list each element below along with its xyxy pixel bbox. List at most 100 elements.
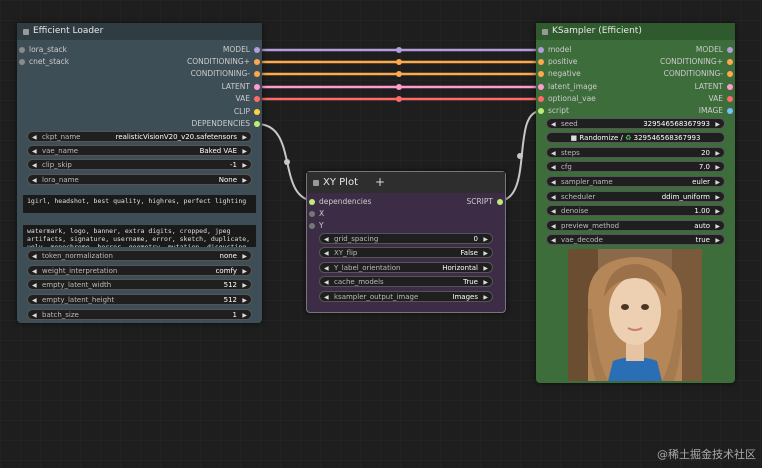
slot-dot-icon[interactable] bbox=[727, 47, 733, 53]
arrow-right-icon[interactable]: ▶ bbox=[715, 206, 720, 217]
output-slot-conditioning-negative[interactable]: CONDITIONING- bbox=[191, 68, 262, 80]
number-empty-latent-height[interactable]: ◀ empty_latent_height 512 ▶ bbox=[27, 294, 252, 305]
arrow-left-icon[interactable]: ◀ bbox=[551, 221, 556, 232]
slot-dot-icon[interactable] bbox=[727, 71, 733, 77]
number-clip-skip[interactable]: ◀ clip_skip -1 ▶ bbox=[27, 159, 252, 170]
arrow-right-icon[interactable]: ▶ bbox=[715, 192, 720, 203]
number-seed[interactable]: ◀ seed 329546568367993 ▶ bbox=[546, 118, 725, 129]
arrow-right-icon[interactable]: ▶ bbox=[715, 148, 720, 159]
slot-dot-icon[interactable] bbox=[727, 96, 733, 102]
node-title-bar[interactable]: XY Plot + bbox=[307, 172, 505, 193]
input-slot-cnet-stack[interactable]: cnet_stack bbox=[17, 56, 69, 68]
arrow-left-icon[interactable]: ◀ bbox=[551, 148, 556, 159]
arrow-left-icon[interactable]: ◀ bbox=[324, 248, 329, 259]
slot-dot-icon[interactable] bbox=[538, 71, 544, 77]
slot-dot-icon[interactable] bbox=[254, 84, 260, 90]
input-slot-dependencies[interactable]: dependencies bbox=[307, 196, 371, 208]
arrow-left-icon[interactable]: ◀ bbox=[32, 160, 37, 171]
node-title-bar[interactable]: KSampler (Efficient) bbox=[536, 23, 735, 40]
arrow-right-icon[interactable]: ▶ bbox=[715, 221, 720, 232]
arrow-right-icon[interactable]: ▶ bbox=[242, 132, 247, 143]
output-slot-model[interactable]: MODEL bbox=[696, 44, 735, 56]
combo-preview-method[interactable]: ◀ preview_method auto ▶ bbox=[546, 220, 725, 231]
combo-weight-interpretation[interactable]: ◀ weight_interpretation comfy ▶ bbox=[27, 265, 252, 276]
output-slot-vae[interactable]: VAE bbox=[235, 93, 262, 105]
input-slot-x[interactable]: X bbox=[307, 208, 324, 220]
input-slot-model[interactable]: model bbox=[536, 44, 571, 56]
slot-dot-icon[interactable] bbox=[19, 59, 25, 65]
arrow-right-icon[interactable]: ▶ bbox=[242, 295, 247, 306]
slot-dot-icon[interactable] bbox=[254, 96, 260, 102]
arrow-left-icon[interactable]: ◀ bbox=[551, 162, 556, 173]
negative-prompt-textarea[interactable]: watermark, logo, banner, extra digits, c… bbox=[23, 225, 256, 247]
combo-ckpt-name[interactable]: ◀ ckpt_name realisticVisionV20_v20.safet… bbox=[27, 131, 252, 142]
arrow-left-icon[interactable]: ◀ bbox=[32, 310, 37, 321]
combo-vae-decode[interactable]: ◀ vae_decode true ▶ bbox=[546, 234, 725, 245]
arrow-left-icon[interactable]: ◀ bbox=[324, 277, 329, 288]
input-slot-negative[interactable]: negative bbox=[536, 68, 581, 80]
arrow-left-icon[interactable]: ◀ bbox=[32, 146, 37, 157]
slot-dot-icon[interactable] bbox=[538, 59, 544, 65]
output-slot-script[interactable]: SCRIPT bbox=[466, 196, 505, 208]
input-slot-latent-image[interactable]: latent_image bbox=[536, 81, 597, 93]
arrow-left-icon[interactable]: ◀ bbox=[551, 206, 556, 217]
combo-sampler-name[interactable]: ◀ sampler_name euler ▶ bbox=[546, 176, 725, 187]
slot-dot-icon[interactable] bbox=[309, 211, 315, 217]
arrow-left-icon[interactable]: ◀ bbox=[551, 119, 556, 130]
arrow-left-icon[interactable]: ◀ bbox=[32, 175, 37, 186]
slot-dot-icon[interactable] bbox=[254, 109, 260, 115]
slot-dot-icon[interactable] bbox=[309, 223, 315, 229]
combo-cache-models[interactable]: ◀ cache_models True ▶ bbox=[319, 276, 493, 287]
arrow-left-icon[interactable]: ◀ bbox=[551, 192, 556, 203]
input-slot-script[interactable]: script bbox=[536, 105, 569, 117]
randomize-seed-button[interactable]: ■ Randomize / ♻ 329546568367993 bbox=[546, 132, 725, 143]
arrow-right-icon[interactable]: ▶ bbox=[242, 266, 247, 277]
ksampler-node[interactable]: KSampler (Efficient) model positive nega… bbox=[536, 23, 735, 383]
combo-ksampler-output-image[interactable]: ◀ ksampler_output_image Images ▶ bbox=[319, 291, 493, 302]
arrow-right-icon[interactable]: ▶ bbox=[483, 292, 488, 303]
arrow-right-icon[interactable]: ▶ bbox=[483, 234, 488, 245]
arrow-right-icon[interactable]: ▶ bbox=[242, 280, 247, 291]
slot-dot-icon[interactable] bbox=[538, 96, 544, 102]
output-slot-conditioning-negative[interactable]: CONDITIONING- bbox=[664, 68, 735, 80]
combo-lora-name[interactable]: ◀ lora_name None ▶ bbox=[27, 174, 252, 185]
number-grid-spacing[interactable]: ◀ grid_spacing 0 ▶ bbox=[319, 233, 493, 244]
combo-token-normalization[interactable]: ◀ token_normalization none ▶ bbox=[27, 250, 252, 261]
arrow-left-icon[interactable]: ◀ bbox=[32, 295, 37, 306]
collapse-dot-icon[interactable] bbox=[542, 29, 548, 35]
collapse-dot-icon[interactable] bbox=[23, 29, 29, 35]
slot-dot-icon[interactable] bbox=[254, 47, 260, 53]
input-slot-optional-vae[interactable]: optional_vae bbox=[536, 93, 596, 105]
arrow-right-icon[interactable]: ▶ bbox=[242, 310, 247, 321]
arrow-left-icon[interactable]: ◀ bbox=[324, 263, 329, 274]
arrow-right-icon[interactable]: ▶ bbox=[242, 146, 247, 157]
number-denoise[interactable]: ◀ denoise 1.00 ▶ bbox=[546, 205, 725, 216]
output-slot-latent[interactable]: LATENT bbox=[222, 81, 262, 93]
arrow-left-icon[interactable]: ◀ bbox=[551, 177, 556, 188]
number-steps[interactable]: ◀ steps 20 ▶ bbox=[546, 147, 725, 158]
arrow-left-icon[interactable]: ◀ bbox=[32, 132, 37, 143]
output-slot-model[interactable]: MODEL bbox=[223, 44, 262, 56]
arrow-left-icon[interactable]: ◀ bbox=[324, 234, 329, 245]
number-cfg[interactable]: ◀ cfg 7.0 ▶ bbox=[546, 161, 725, 172]
arrow-right-icon[interactable]: ▶ bbox=[715, 177, 720, 188]
arrow-right-icon[interactable]: ▶ bbox=[242, 175, 247, 186]
arrow-right-icon[interactable]: ▶ bbox=[483, 263, 488, 274]
slot-dot-icon[interactable] bbox=[309, 199, 315, 205]
output-slot-image[interactable]: IMAGE bbox=[699, 105, 735, 117]
combo-y-label-orientation[interactable]: ◀ Y_label_orientation Horizontal ▶ bbox=[319, 262, 493, 273]
arrow-right-icon[interactable]: ▶ bbox=[483, 277, 488, 288]
arrow-left-icon[interactable]: ◀ bbox=[551, 235, 556, 246]
output-slot-conditioning-positive[interactable]: CONDITIONING+ bbox=[187, 56, 262, 68]
output-slot-latent[interactable]: LATENT bbox=[695, 81, 735, 93]
slot-dot-icon[interactable] bbox=[538, 108, 544, 114]
combo-scheduler[interactable]: ◀ scheduler ddim_uniform ▶ bbox=[546, 191, 725, 202]
number-batch-size[interactable]: ◀ batch_size 1 ▶ bbox=[27, 309, 252, 320]
output-slot-conditioning-positive[interactable]: CONDITIONING+ bbox=[660, 56, 735, 68]
output-slot-dependencies[interactable]: DEPENDENCIES bbox=[192, 118, 262, 130]
output-slot-clip[interactable]: CLIP bbox=[234, 106, 262, 118]
efficient-loader-node[interactable]: Efficient Loader lora_stack cnet_stack M… bbox=[17, 23, 262, 323]
arrow-right-icon[interactable]: ▶ bbox=[483, 248, 488, 259]
slot-dot-icon[interactable] bbox=[254, 121, 260, 127]
node-title-bar[interactable]: Efficient Loader bbox=[17, 23, 262, 40]
